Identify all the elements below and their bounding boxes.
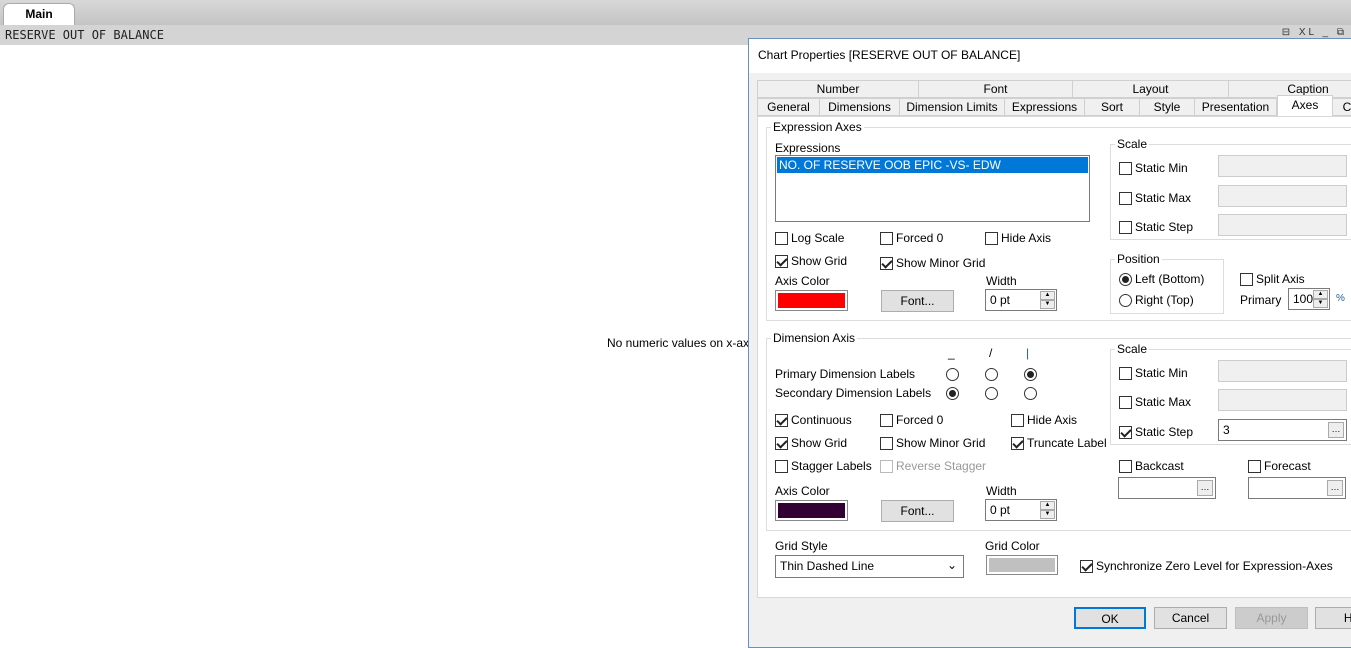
- chart-properties-dialog: Chart Properties [RESERVE OUT OF BALANCE…: [748, 38, 1351, 648]
- dim-font-button[interactable]: Font...: [881, 500, 954, 522]
- static-max-checkbox[interactable]: Static Max: [1119, 191, 1191, 205]
- tab-presentation[interactable]: Presentation: [1194, 98, 1277, 116]
- axis-color-swatch[interactable]: [775, 290, 848, 311]
- tab-font[interactable]: Font: [918, 80, 1073, 98]
- show-grid-checkbox[interactable]: Show Grid: [775, 254, 847, 268]
- primary-label: Primary: [1240, 293, 1282, 307]
- tab-layout[interactable]: Layout: [1072, 80, 1229, 98]
- expression-axes-legend: Expression Axes: [771, 120, 864, 134]
- apply-button[interactable]: Apply: [1235, 607, 1308, 629]
- tab-style[interactable]: Style: [1139, 98, 1195, 116]
- grid-color-label: Grid Color: [985, 539, 1040, 553]
- secondary-diagonal-radio[interactable]: [985, 387, 998, 400]
- grid-style-select[interactable]: Thin Dashed Line ⌄: [775, 555, 964, 578]
- reverse-stagger-checkbox[interactable]: Reverse Stagger: [880, 459, 986, 473]
- dim-show-grid-checkbox[interactable]: Show Grid: [775, 436, 847, 450]
- forced-0-checkbox[interactable]: Forced 0: [880, 231, 943, 245]
- backcast-checkbox[interactable]: Backcast: [1119, 459, 1184, 473]
- tab-dimension-limits[interactable]: Dimension Limits: [899, 98, 1005, 116]
- static-min-checkbox[interactable]: Static Min: [1119, 161, 1188, 175]
- truncate-label-checkbox[interactable]: Truncate Label: [1011, 436, 1107, 450]
- primary-vertical-radio[interactable]: [1024, 368, 1037, 381]
- dim-static-max-checkbox[interactable]: Static Max: [1119, 395, 1191, 409]
- sheet-tab-main[interactable]: Main: [3, 3, 75, 25]
- dialog-title: Chart Properties [RESERVE OUT OF BALANCE…: [749, 39, 1351, 73]
- primary-dimension-labels: Primary Dimension Labels: [775, 367, 916, 381]
- cancel-button[interactable]: Cancel: [1154, 607, 1227, 629]
- secondary-horizontal-radio[interactable]: [946, 387, 959, 400]
- grid-style-label: Grid Style: [775, 539, 828, 553]
- ok-button[interactable]: OK: [1074, 607, 1146, 629]
- expressions-label: Expressions: [775, 141, 841, 155]
- dim-forced-0-checkbox[interactable]: Forced 0: [880, 413, 943, 427]
- expression-editor-button: …: [1328, 422, 1344, 438]
- dim-static-min-checkbox[interactable]: Static Min: [1119, 366, 1188, 380]
- sheet-tab-bar: [0, 0, 1351, 25]
- dim-axis-color-label: Axis Color: [775, 484, 830, 498]
- position-right-radio[interactable]: Right (Top): [1119, 293, 1194, 307]
- dim-static-max-input[interactable]: [1218, 389, 1347, 411]
- secondary-dimension-labels: Secondary Dimension Labels: [775, 386, 932, 400]
- secondary-vertical-radio[interactable]: [1024, 387, 1037, 400]
- static-max-input[interactable]: [1218, 185, 1347, 207]
- caption-icons[interactable]: ⊟ XL _ ⧉: [1282, 27, 1347, 38]
- hide-axis-checkbox[interactable]: Hide Axis: [985, 231, 1051, 245]
- continuous-checkbox[interactable]: Continuous: [775, 413, 852, 427]
- expression-item[interactable]: NO. OF RESERVE OOB EPIC -VS- EDW: [777, 157, 1088, 173]
- dim-axis-color-swatch[interactable]: [775, 500, 848, 521]
- percent-label: %: [1336, 293, 1345, 304]
- grid-color-swatch[interactable]: [986, 555, 1058, 575]
- tab-expressions[interactable]: Expressions: [1004, 98, 1085, 116]
- forecast-input[interactable]: …: [1248, 477, 1346, 499]
- dim-static-min-input[interactable]: [1218, 360, 1347, 382]
- primary-horizontal-radio[interactable]: [946, 368, 959, 381]
- dim-width-input[interactable]: 0 pt ▲ ▼: [985, 499, 1057, 521]
- width-label: Width: [986, 274, 1017, 288]
- expressions-list[interactable]: NO. OF RESERVE OOB EPIC -VS- EDW: [775, 155, 1090, 222]
- tab-general[interactable]: General: [757, 98, 820, 116]
- tab-dimensions[interactable]: Dimensions: [819, 98, 900, 116]
- position-left-radio[interactable]: Left (Bottom): [1119, 272, 1204, 286]
- show-minor-grid-checkbox[interactable]: Show Minor Grid: [880, 256, 985, 270]
- tab-sort[interactable]: Sort: [1084, 98, 1140, 116]
- stagger-labels-checkbox[interactable]: Stagger Labels: [775, 459, 872, 473]
- font-button[interactable]: Font...: [881, 290, 954, 312]
- axes-panel: Expression Axes Expressions NO. OF RESER…: [757, 116, 1351, 598]
- width-input[interactable]: 0 pt ▲ ▼: [985, 289, 1057, 311]
- dim-show-minor-grid-checkbox[interactable]: Show Minor Grid: [880, 436, 985, 450]
- orient-diagonal-header: /: [989, 346, 993, 360]
- dim-hide-axis-checkbox[interactable]: Hide Axis: [1011, 413, 1077, 427]
- split-axis-checkbox[interactable]: Split Axis: [1240, 272, 1305, 286]
- tab-axes[interactable]: Axes: [1277, 95, 1333, 116]
- static-min-input[interactable]: [1218, 155, 1347, 177]
- forecast-checkbox[interactable]: Forecast: [1248, 459, 1311, 473]
- chart-message: No numeric values on x-axis: [607, 336, 758, 350]
- dim-static-step-checkbox[interactable]: Static Step: [1119, 425, 1193, 439]
- dim-width-label: Width: [986, 484, 1017, 498]
- static-step-checkbox[interactable]: Static Step: [1119, 220, 1193, 234]
- axis-color-label: Axis Color: [775, 274, 830, 288]
- help-button[interactable]: He: [1315, 607, 1351, 629]
- synchronize-zero-checkbox[interactable]: Synchronize Zero Level for Expression-Ax…: [1080, 559, 1333, 573]
- static-step-input[interactable]: [1218, 214, 1347, 236]
- primary-percent-input[interactable]: 100 ▲ ▼: [1288, 288, 1330, 310]
- orient-vertical-header: |: [1026, 346, 1030, 360]
- primary-diagonal-radio[interactable]: [985, 368, 998, 381]
- backcast-input[interactable]: …: [1118, 477, 1216, 499]
- log-scale-checkbox[interactable]: Log Scale: [775, 231, 844, 245]
- tab-more[interactable]: C: [1332, 98, 1351, 116]
- orient-horizontal-header: _: [948, 346, 955, 360]
- tab-number[interactable]: Number: [757, 80, 919, 98]
- dim-static-step-input[interactable]: 3…: [1218, 419, 1347, 441]
